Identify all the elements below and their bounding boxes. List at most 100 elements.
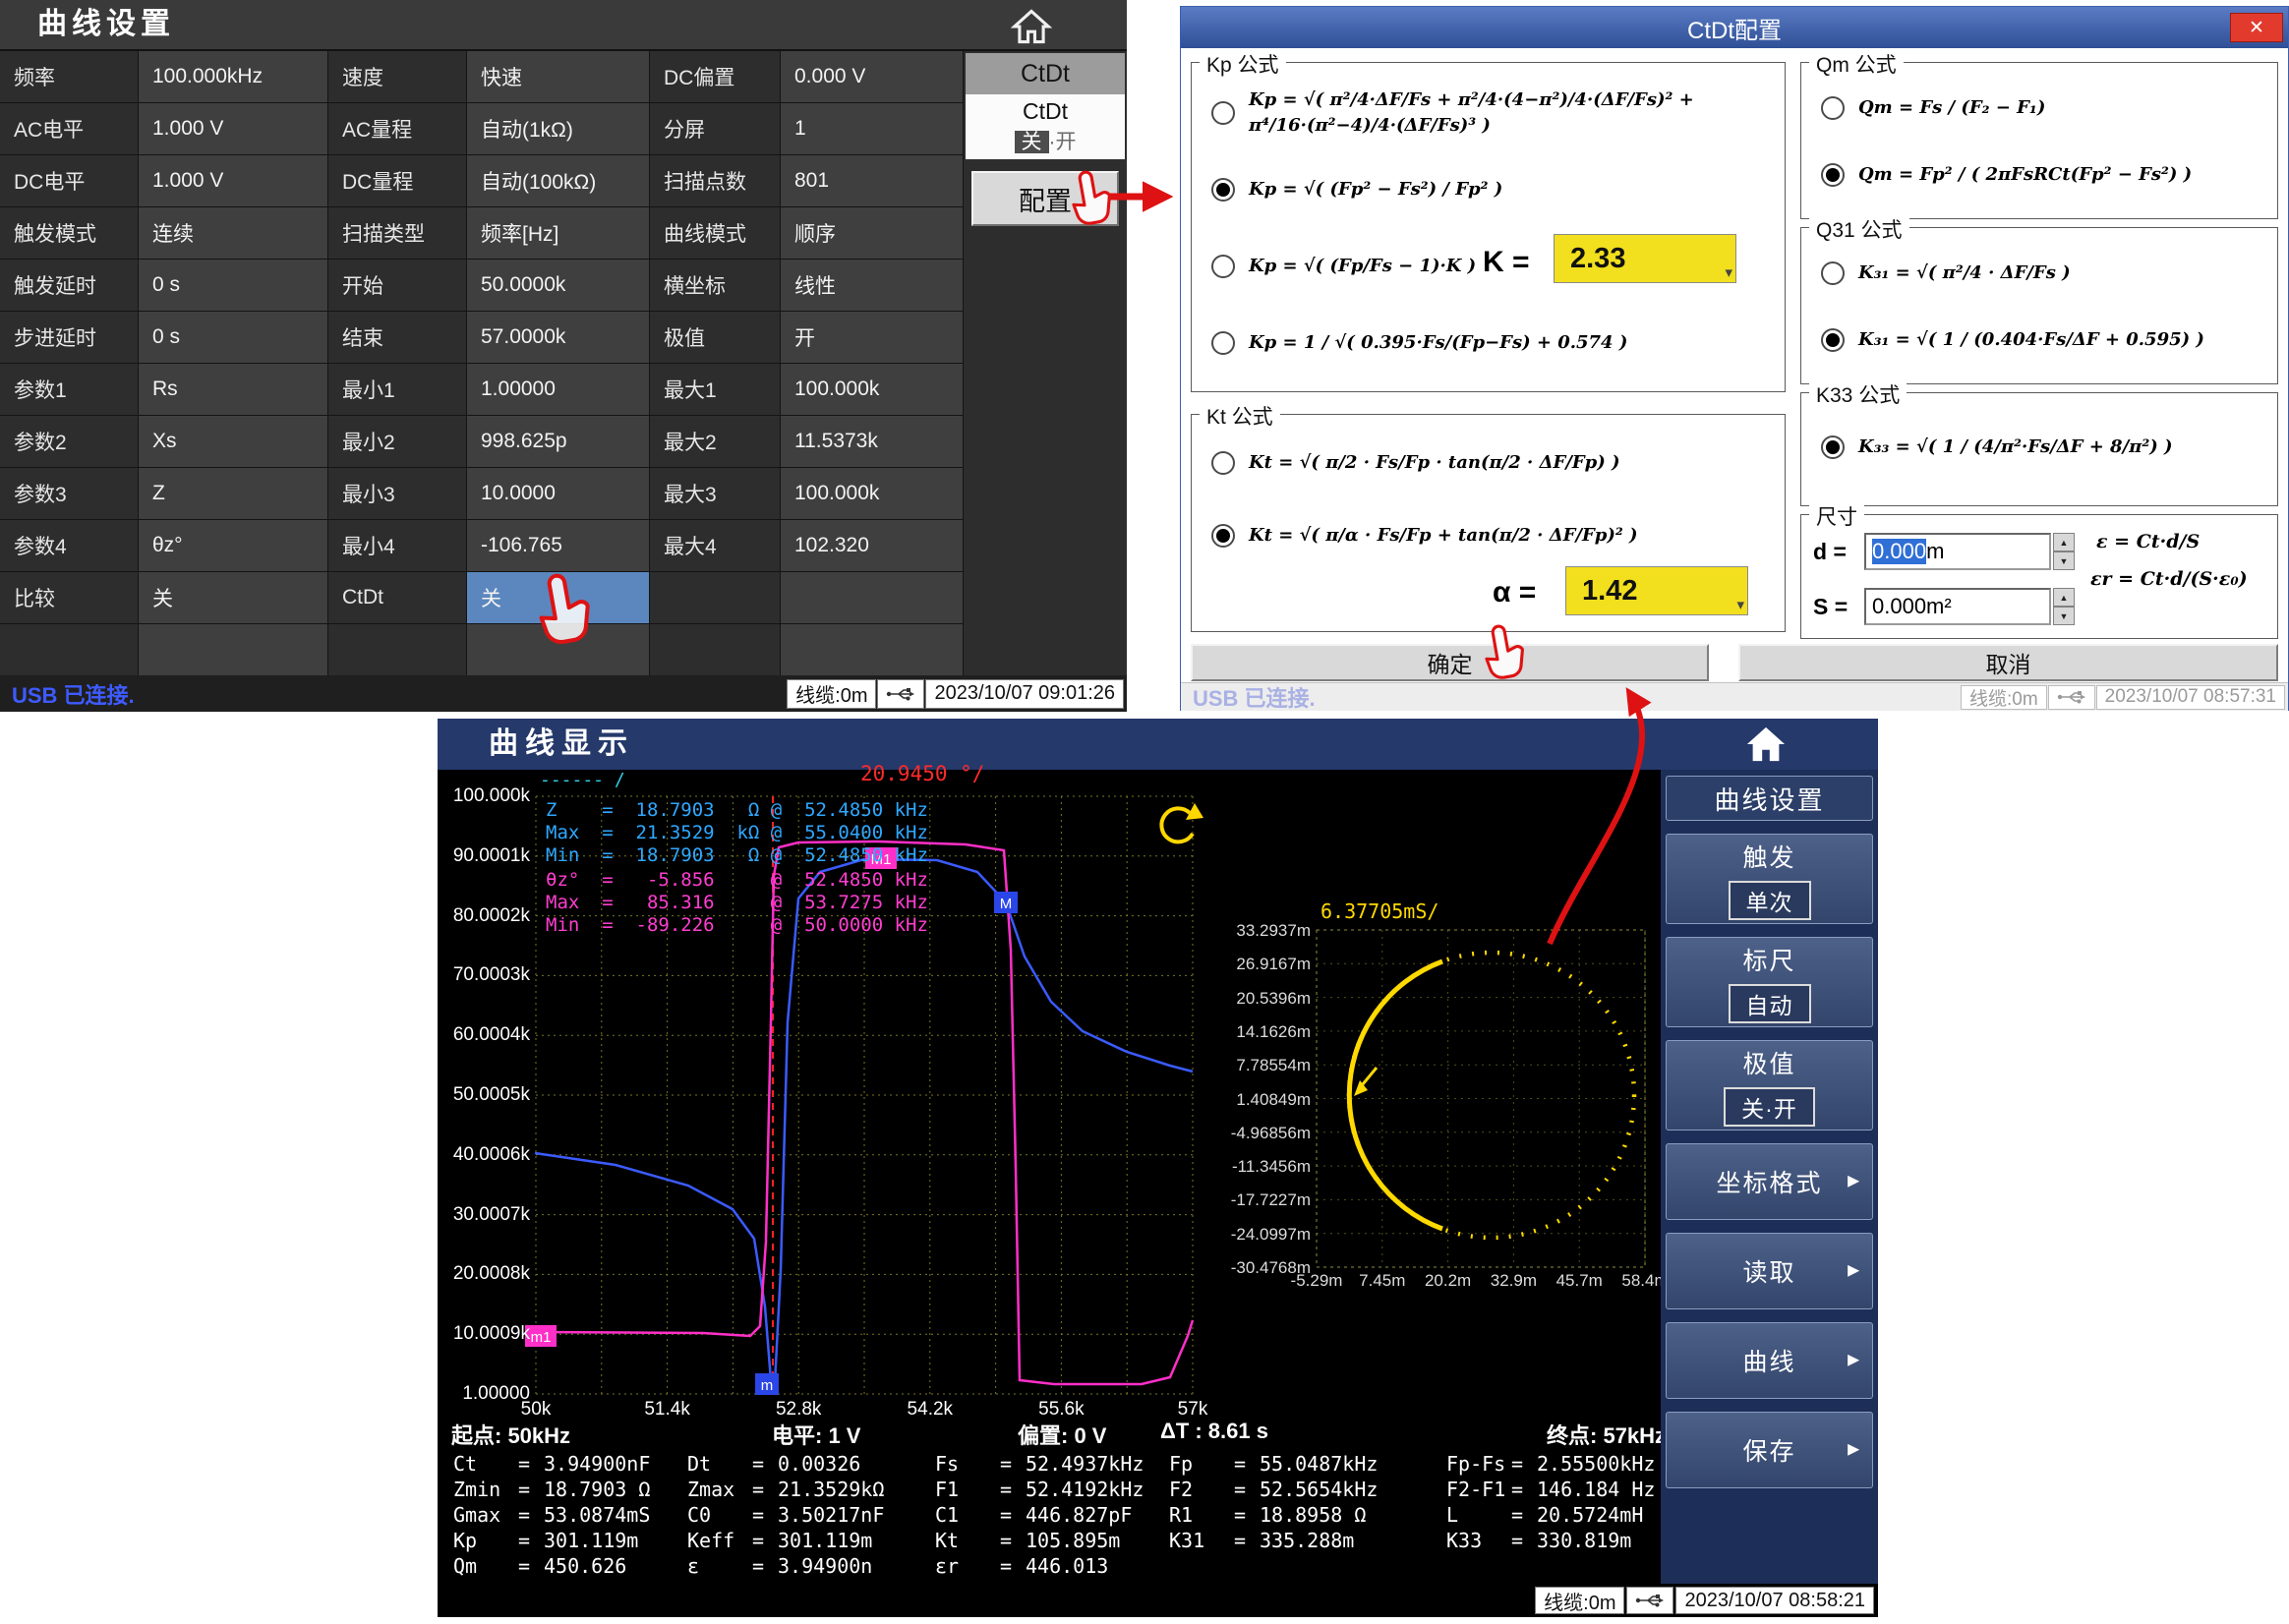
measure-cell: Zmax=21.3529kΩ <box>687 1477 935 1502</box>
settings-value[interactable]: 顺序 <box>781 207 963 259</box>
radio-q31-option-0[interactable] <box>1821 261 1845 285</box>
radio-qm-option-0[interactable] <box>1821 96 1845 120</box>
settings-value[interactable]: 关 <box>139 572 327 623</box>
kt-formula-group: Kt 公式 Kt = √( π/2 · Fs/Fp · tan(π/2 · ΔF… <box>1191 414 1786 632</box>
settings-value[interactable]: 1 <box>781 103 963 154</box>
equals-sign: = <box>752 1452 778 1476</box>
sidebar-button-extremum[interactable]: 极值关·开 <box>1666 1040 1873 1131</box>
measure-key: C1 <box>935 1503 1000 1527</box>
radio-kp-option-1[interactable] <box>1211 178 1235 202</box>
radio-kt-option-1[interactable] <box>1211 524 1235 548</box>
settings-value[interactable]: 连续 <box>139 207 327 259</box>
settings-value[interactable]: 0.000 V <box>781 51 963 102</box>
settings-value[interactable]: 1.000 V <box>139 103 327 154</box>
alpha-coefficient-input[interactable]: 1.42 ▾ <box>1565 566 1748 615</box>
measure-value: 3.94900n <box>778 1554 872 1578</box>
radio-kp-option-3[interactable] <box>1211 331 1235 355</box>
formula-option: Kt = √( π/α · Fs/Fp + tan(π/2 · ΔF/Fp)² … <box>1198 499 1779 572</box>
measure-key: Fp-Fs <box>1446 1452 1511 1476</box>
settings-value[interactable]: 关 <box>467 572 649 623</box>
readout-z: Z = 18.7903 Ω @ 52.4850 kHzMax = 21.3529… <box>546 799 928 867</box>
settings-value[interactable]: 自动(1kΩ) <box>467 103 649 154</box>
ok-button[interactable]: 确定 <box>1191 644 1709 681</box>
settings-empty-cell <box>0 624 138 675</box>
settings-value[interactable]: 线性 <box>781 260 963 311</box>
d-input-field[interactable]: 0.000m <box>1864 533 2051 570</box>
settings-value[interactable]: 801 <box>781 155 963 206</box>
settings-value[interactable]: Z <box>139 468 327 519</box>
spin-down-icon[interactable]: ▼ <box>2053 551 2075 570</box>
radio-qm-option-1[interactable] <box>1821 163 1845 187</box>
formula-option: Kt = √( π/2 · Fs/Fp · tan(π/2 · ΔF/Fp) ) <box>1198 427 1779 499</box>
settings-value[interactable]: 0 s <box>139 260 327 311</box>
sidebar-button-ruler[interactable]: 标尺自动 <box>1666 937 1873 1027</box>
radio-kp-option-0[interactable] <box>1211 101 1235 125</box>
d-spinner[interactable]: ▲▼ <box>2053 533 2075 570</box>
config-button[interactable]: 配置 <box>971 171 1119 226</box>
settings-label: AC电平 <box>0 103 138 154</box>
measure-cell: K31=335.288m <box>1169 1528 1446 1553</box>
radio-kt-option-0[interactable] <box>1211 451 1235 475</box>
home-icon[interactable] <box>1743 724 1789 765</box>
z-scale-label: ------ / <box>540 770 625 790</box>
settings-value[interactable]: 100.000k <box>781 364 963 415</box>
settings-label: 分屏 <box>650 103 780 154</box>
settings-value[interactable]: 102.320 <box>781 520 963 571</box>
kp-formula-group: Kp 公式 Kp = √( π²/4·ΔF/Fs + π²/4·(4−π²)/4… <box>1191 62 1786 392</box>
settings-value[interactable]: 1.00000 <box>467 364 649 415</box>
sidebar-button-coord-format[interactable]: 坐标格式► <box>1666 1143 1873 1220</box>
settings-value[interactable]: θz° <box>139 520 327 571</box>
cancel-button[interactable]: 取消 <box>1738 644 2278 681</box>
settings-value[interactable]: -106.765 <box>467 520 649 571</box>
sidebar-button-curve[interactable]: 曲线► <box>1666 1322 1873 1399</box>
settings-value[interactable]: 100.000k <box>781 468 963 519</box>
settings-value[interactable]: 50.0000k <box>467 260 649 311</box>
home-icon[interactable] <box>1011 8 1052 45</box>
settings-value[interactable]: Rs <box>139 364 327 415</box>
settings-value[interactable]: 自动(100kΩ) <box>467 155 649 206</box>
equals-sign: = <box>1234 1478 1260 1501</box>
settings-value[interactable]: 开 <box>781 312 963 363</box>
equals-sign: = <box>752 1554 778 1578</box>
settings-value[interactable]: 100.000kHz <box>139 51 327 102</box>
measure-cell: Dt=0.00326 <box>687 1451 935 1477</box>
dialog-title: CtDt配置 <box>1687 11 1782 45</box>
ctdt-toggle-button[interactable]: CtDt 关·开 <box>966 94 1125 159</box>
settings-value[interactable]: Xs <box>139 416 327 467</box>
sidebar-button-read[interactable]: 读取► <box>1666 1233 1873 1309</box>
settings-value[interactable]: 10.0000 <box>467 468 649 519</box>
settings-label: CtDt <box>328 572 466 623</box>
radio-q31-option-1[interactable] <box>1821 328 1845 352</box>
spin-up-icon[interactable]: ▲ <box>2053 533 2075 551</box>
close-button[interactable]: ✕ <box>2230 13 2283 42</box>
measure-value: 3.50217nF <box>778 1503 884 1527</box>
measure-cell: R1=18.8958 Ω <box>1169 1502 1446 1528</box>
dropdown-arrow-icon[interactable]: ▾ <box>1725 263 1732 281</box>
measure-value: 105.895m <box>1026 1529 1120 1552</box>
settings-value[interactable]: 1.000 V <box>139 155 327 206</box>
equals-sign: = <box>518 1554 544 1578</box>
dropdown-arrow-icon[interactable]: ▾ <box>1736 596 1744 613</box>
s-input-field[interactable]: 0.000m² <box>1864 588 2051 625</box>
k-coefficient-input[interactable]: 2.33 ▾ <box>1554 234 1736 283</box>
settings-value[interactable]: 998.625p <box>467 416 649 467</box>
settings-value[interactable]: 频率[Hz] <box>467 207 649 259</box>
sidebar-button-curve-settings[interactable]: 曲线设置 <box>1666 776 1873 821</box>
sidebar-button-trigger[interactable]: 触发单次 <box>1666 834 1873 924</box>
settings-value <box>781 572 963 623</box>
sidebar-button-save[interactable]: 保存► <box>1666 1412 1873 1488</box>
radio-kp-option-2[interactable] <box>1211 255 1235 278</box>
s-spinner[interactable]: ▲▼ <box>2053 588 2075 625</box>
page-title: 曲线设置 <box>37 0 175 49</box>
settings-value[interactable]: 0 s <box>139 312 327 363</box>
measure-key: K31 <box>1169 1529 1234 1552</box>
radio-k33-option-0[interactable] <box>1821 435 1845 459</box>
ctdt-toggle-state: 关·开 <box>1015 126 1077 155</box>
settings-value[interactable]: 快速 <box>467 51 649 102</box>
measure-cell: L=20.5724mH <box>1446 1502 1663 1528</box>
settings-value[interactable]: 57.0000k <box>467 312 649 363</box>
settings-label: 最小4 <box>328 520 466 571</box>
spin-up-icon[interactable]: ▲ <box>2053 588 2075 607</box>
spin-down-icon[interactable]: ▼ <box>2053 607 2075 625</box>
settings-value[interactable]: 11.5373k <box>781 416 963 467</box>
